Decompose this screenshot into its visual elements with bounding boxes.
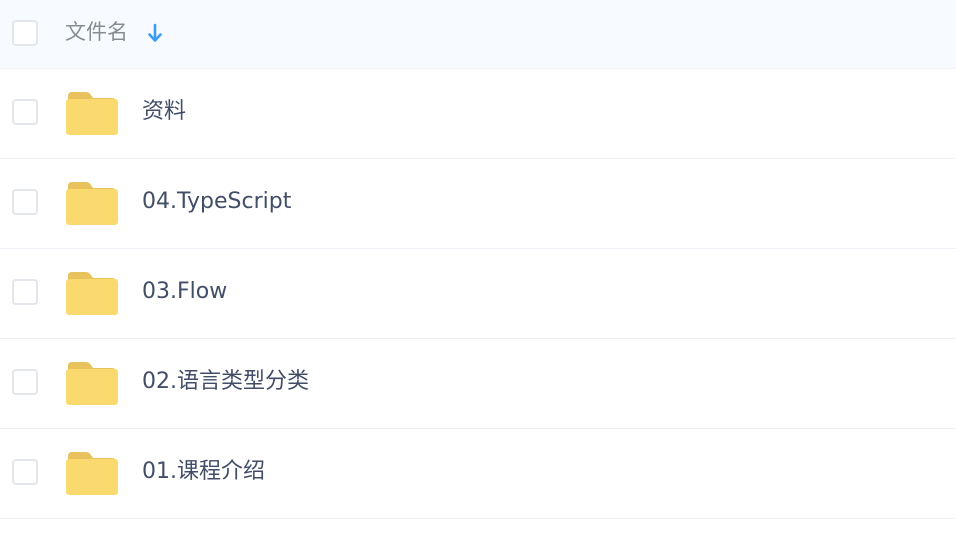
file-row[interactable]: 04.TypeScript	[0, 159, 956, 249]
row-checkbox[interactable]	[12, 189, 38, 215]
row-checkbox[interactable]	[12, 459, 38, 485]
folder-icon	[66, 92, 118, 135]
folder-icon	[66, 452, 118, 495]
file-rows: 资料 04.TypeScript 03.Flow 02.语言类型分类 01.课程…	[0, 69, 956, 519]
filename-column-header[interactable]: 文件名	[65, 19, 128, 45]
file-name[interactable]: 03.Flow	[142, 278, 227, 306]
row-checkbox[interactable]	[12, 99, 38, 125]
file-name[interactable]: 02.语言类型分类	[142, 368, 309, 396]
folder-icon	[66, 362, 118, 405]
file-row[interactable]: 资料	[0, 69, 956, 159]
arrow-down-icon[interactable]	[146, 22, 164, 44]
folder-icon	[66, 182, 118, 225]
row-checkbox[interactable]	[12, 369, 38, 395]
file-row[interactable]: 01.课程介绍	[0, 429, 956, 519]
folder-icon	[66, 272, 118, 315]
file-list: 文件名 资料 04.TypeScript 03.Flow 02.语言类型分类 0…	[0, 0, 956, 556]
select-all-checkbox[interactable]	[12, 20, 38, 46]
file-row[interactable]: 02.语言类型分类	[0, 339, 956, 429]
row-checkbox[interactable]	[12, 279, 38, 305]
file-name[interactable]: 资料	[142, 98, 186, 126]
file-name[interactable]: 01.课程介绍	[142, 458, 265, 486]
file-row[interactable]: 03.Flow	[0, 249, 956, 339]
file-name[interactable]: 04.TypeScript	[142, 188, 291, 216]
list-header: 文件名	[0, 0, 956, 69]
